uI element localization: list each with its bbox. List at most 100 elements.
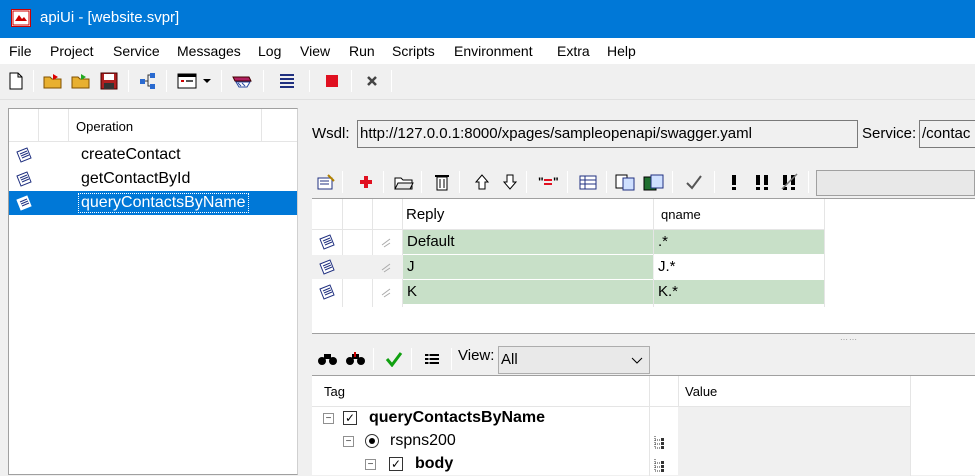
toolbar-separator bbox=[383, 171, 384, 193]
window-list-icon[interactable] bbox=[176, 70, 198, 92]
check-icon[interactable] bbox=[682, 170, 706, 194]
reply-cell[interactable]: K bbox=[403, 280, 653, 304]
menu-messages[interactable]: Messages bbox=[177, 42, 241, 60]
tree-row[interactable]: − ✓ queryContactsByName bbox=[312, 407, 975, 430]
menu-service[interactable]: Service bbox=[113, 42, 160, 60]
qname-cell[interactable]: K.* bbox=[654, 280, 824, 304]
menu-run[interactable]: Run bbox=[349, 42, 375, 60]
menu-extra[interactable]: Extra bbox=[557, 42, 590, 60]
wsdl-field[interactable]: http://127.0.0.1:8000/xpages/sampleopena… bbox=[357, 120, 858, 148]
open-recent-icon[interactable] bbox=[70, 70, 92, 92]
qname-cell[interactable]: J.* bbox=[654, 255, 824, 279]
include-checkbox[interactable]: ✓ bbox=[389, 457, 403, 471]
menu-help[interactable]: Help bbox=[607, 42, 636, 60]
tag-column-header[interactable]: Tag bbox=[324, 384, 345, 399]
add-icon[interactable] bbox=[354, 170, 378, 194]
toolbar-separator bbox=[672, 171, 673, 193]
collapse-icon[interactable]: − bbox=[343, 436, 354, 447]
menu-view[interactable]: View bbox=[300, 42, 330, 60]
menu-log[interactable]: Log bbox=[258, 42, 281, 60]
tree-row[interactable]: − ✓ body bbox=[312, 453, 975, 476]
qname-cell[interactable]: .* bbox=[654, 230, 824, 254]
menu-project[interactable]: Project bbox=[50, 42, 94, 60]
new-file-icon[interactable] bbox=[5, 70, 27, 92]
toolbar-separator bbox=[391, 70, 392, 92]
choice-radio[interactable] bbox=[365, 434, 379, 448]
view-select[interactable]: All bbox=[498, 346, 650, 374]
tree-row[interactable]: − rspns200 bbox=[312, 430, 975, 453]
value-cell[interactable] bbox=[678, 453, 910, 476]
operation-row[interactable]: createContact bbox=[9, 143, 297, 167]
move-down-icon[interactable] bbox=[498, 170, 522, 194]
list-icon[interactable] bbox=[276, 70, 298, 92]
vertical-splitter[interactable] bbox=[300, 100, 308, 475]
stop-icon[interactable] bbox=[321, 70, 343, 92]
collapse-icon[interactable]: − bbox=[323, 413, 334, 424]
toolbar-separator bbox=[808, 171, 809, 193]
tree-structure-icon[interactable] bbox=[652, 457, 674, 473]
open-folder-icon[interactable] bbox=[392, 170, 416, 194]
reply-cell[interactable]: J bbox=[403, 255, 653, 279]
operation-label: createContact bbox=[81, 146, 181, 163]
find-icon[interactable] bbox=[316, 347, 340, 371]
main-toolbar bbox=[0, 64, 975, 100]
qname-column-header[interactable]: qname bbox=[657, 203, 701, 227]
menu-bar: File Project Service Messages Log View R… bbox=[0, 38, 975, 64]
open-folder-icon[interactable] bbox=[42, 70, 64, 92]
value-cell[interactable] bbox=[678, 430, 910, 453]
toolbar-separator bbox=[351, 70, 352, 92]
equals-icon[interactable]: " " bbox=[536, 170, 560, 194]
grip-icon bbox=[380, 285, 392, 302]
toolbar-separator bbox=[309, 70, 310, 92]
horizontal-splitter[interactable]: ⋯⋯ bbox=[312, 333, 975, 344]
double-exclamation-icon[interactable] bbox=[750, 170, 774, 194]
reply-row[interactable]: Default .* bbox=[312, 230, 975, 254]
notepad-icon bbox=[318, 283, 336, 304]
menu-environment[interactable]: Environment bbox=[454, 42, 533, 60]
notepad-icon bbox=[15, 170, 33, 188]
toolbar-separator bbox=[421, 171, 422, 193]
operation-row-selected[interactable]: queryContactsByName bbox=[9, 191, 297, 215]
columns-icon[interactable] bbox=[420, 347, 444, 371]
reply-cell[interactable]: Default bbox=[403, 230, 653, 254]
close-icon[interactable] bbox=[361, 70, 383, 92]
notepad-icon bbox=[15, 146, 33, 164]
svg-text:": " bbox=[553, 175, 559, 189]
copy-icon[interactable] bbox=[614, 170, 638, 194]
wsdl-bar: Wsdl: http://127.0.0.1:8000/xpages/sampl… bbox=[312, 118, 975, 150]
edit-icon[interactable] bbox=[314, 170, 338, 194]
tree-structure-icon[interactable] bbox=[652, 434, 674, 450]
reply-row[interactable]: J J.* bbox=[312, 255, 824, 279]
toolbar-separator bbox=[451, 348, 452, 370]
notepad-icon bbox=[318, 233, 336, 254]
filter-field[interactable] bbox=[816, 170, 975, 196]
operation-column-header[interactable]: Operation bbox=[76, 119, 133, 134]
reply-row[interactable]: K K.* bbox=[312, 280, 975, 304]
paste-icon[interactable] bbox=[642, 170, 666, 194]
value-cell[interactable] bbox=[678, 407, 910, 430]
find-next-icon[interactable] bbox=[344, 347, 368, 371]
tree-structure-icon[interactable] bbox=[137, 70, 159, 92]
collapse-icon[interactable]: − bbox=[365, 459, 376, 470]
brush-icon[interactable] bbox=[231, 70, 253, 92]
operation-row[interactable]: getContactById bbox=[9, 167, 297, 191]
menu-scripts[interactable]: Scripts bbox=[392, 42, 435, 60]
validate-check-icon[interactable] bbox=[382, 347, 406, 371]
delete-icon[interactable] bbox=[430, 170, 454, 194]
header-cell bbox=[9, 109, 39, 142]
menu-file[interactable]: File bbox=[9, 42, 32, 60]
grip-icon bbox=[380, 235, 392, 252]
dropdown-arrow-icon[interactable] bbox=[200, 70, 214, 92]
exclamation-icon[interactable] bbox=[722, 170, 746, 194]
clear-errors-icon[interactable] bbox=[778, 170, 802, 194]
service-field[interactable]: /contac bbox=[919, 120, 975, 148]
value-column-header[interactable]: Value bbox=[685, 384, 717, 399]
move-up-icon[interactable] bbox=[470, 170, 494, 194]
table-icon[interactable] bbox=[576, 170, 600, 194]
reply-grid-header: Reply qname bbox=[312, 199, 824, 230]
include-checkbox[interactable]: ✓ bbox=[343, 411, 357, 425]
reply-column-header[interactable]: Reply bbox=[402, 203, 444, 227]
operation-label: getContactById bbox=[81, 170, 191, 187]
save-icon[interactable] bbox=[98, 70, 120, 92]
header-cell bbox=[39, 109, 69, 142]
